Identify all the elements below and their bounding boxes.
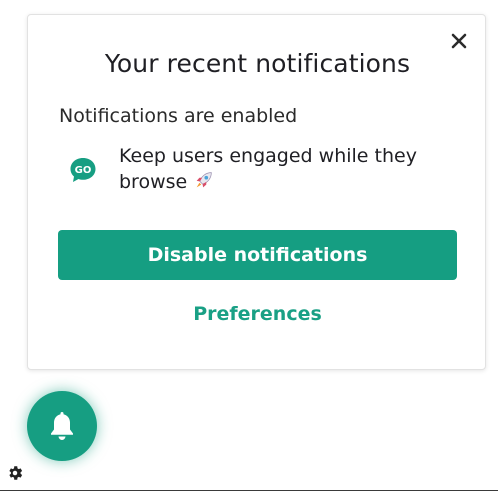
- notification-message-text: Keep users engaged while they browse: [119, 143, 439, 195]
- notifications-panel: Your recent notifications Notifications …: [27, 14, 486, 370]
- notification-status-text: Notifications are enabled: [59, 105, 298, 127]
- notification-message: GO Keep users engaged while they browse: [68, 143, 468, 203]
- rocket-icon: [196, 172, 212, 188]
- notification-launcher-button[interactable]: [27, 391, 97, 461]
- go-chat-bubble-icon: GO: [70, 158, 96, 182]
- gear-icon[interactable]: [6, 464, 24, 482]
- panel-title: Your recent notifications: [104, 49, 411, 78]
- svg-text:GO: GO: [75, 165, 92, 176]
- bell-icon: [51, 412, 73, 440]
- bottom-divider: [0, 490, 498, 491]
- message-text: Keep users engaged while they browse: [119, 145, 417, 193]
- page: Your recent notifications Notifications …: [0, 0, 498, 493]
- preferences-link[interactable]: Preferences: [28, 303, 487, 325]
- disable-notifications-button[interactable]: Disable notifications: [58, 230, 457, 280]
